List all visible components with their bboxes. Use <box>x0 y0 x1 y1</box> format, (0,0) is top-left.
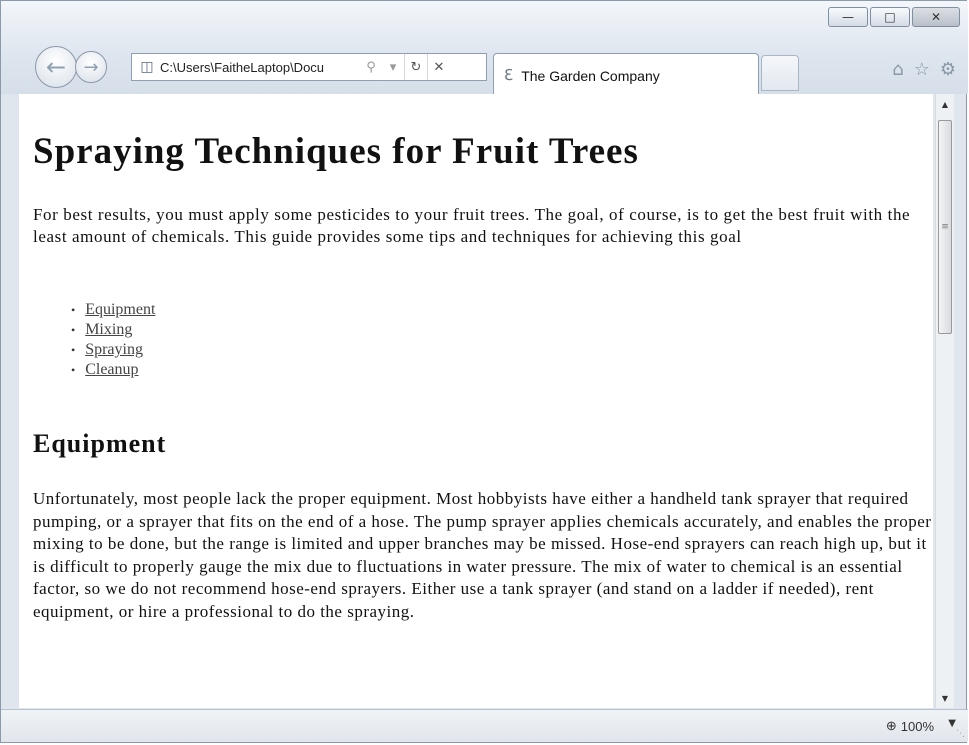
forward-arrow-icon: → <box>83 56 99 78</box>
back-button[interactable]: ← <box>35 46 77 88</box>
search-icon[interactable]: ⚲ <box>360 54 382 80</box>
dropdown-arrow-icon[interactable]: ▾ <box>382 54 404 80</box>
bullet-icon: • <box>71 363 76 377</box>
bullet-icon: • <box>71 323 76 337</box>
close-window-button[interactable]: ✕ <box>912 7 960 27</box>
browser-toolbar: — □ ✕ ← → ◫ C:\Users\FaitheLaptop\Docu ⚲… <box>1 1 968 95</box>
page-icon: ◫ <box>140 59 154 75</box>
bullet-icon: • <box>71 343 76 357</box>
address-url[interactable]: C:\Users\FaitheLaptop\Docu <box>160 60 360 75</box>
home-icon[interactable]: ⌂ <box>892 59 903 80</box>
zoom-dropdown-icon[interactable]: ▼ <box>948 718 956 729</box>
grip-icon: ≡ <box>941 222 949 232</box>
favorites-star-icon[interactable]: ☆ <box>914 59 930 80</box>
list-item: • Equipment <box>71 300 155 320</box>
scroll-down-arrow-icon[interactable]: ▼ <box>936 690 954 706</box>
tab-title: The Garden Company <box>521 67 660 84</box>
ie-logo-icon: ℇ <box>504 65 514 84</box>
stop-button[interactable]: ✕ <box>427 54 450 80</box>
toolbar-icons: ⌂ ☆ ⚙ <box>892 59 956 80</box>
zoom-control[interactable]: ⊕ 100% <box>886 718 934 734</box>
browser-window: — □ ✕ ← → ◫ C:\Users\FaitheLaptop\Docu ⚲… <box>0 0 968 743</box>
section-heading: Equipment <box>33 429 167 458</box>
section-paragraph: Unfortunately, most people lack the prop… <box>33 489 932 621</box>
intro-paragraph: For best results, you must apply some pe… <box>33 205 911 246</box>
section-links: • Equipment • Mixing • Spraying • Cleanup <box>71 300 155 380</box>
status-bar: ⊕ 100% ▼ ⋱ <box>1 709 968 742</box>
bullet-icon: • <box>71 303 76 317</box>
zoom-icon: ⊕ <box>885 718 897 733</box>
maximize-button[interactable]: □ <box>870 7 910 27</box>
link-cleanup[interactable]: Cleanup <box>85 360 138 380</box>
forward-button[interactable]: → <box>75 51 107 83</box>
link-mixing[interactable]: Mixing <box>85 320 132 340</box>
new-tab-button[interactable] <box>761 55 799 91</box>
page-title: Spraying Techniques for Fruit Trees <box>33 131 639 172</box>
list-item: • Mixing <box>71 320 155 340</box>
vertical-scrollbar[interactable]: ▲ ≡ ▼ <box>935 94 954 708</box>
tab-active[interactable]: ℇ The Garden Company <box>493 53 759 95</box>
minimize-button[interactable]: — <box>828 7 868 27</box>
list-item: • Cleanup <box>71 360 155 380</box>
maximize-icon: □ <box>884 10 896 24</box>
resize-grip-icon[interactable]: ⋱ <box>956 729 965 739</box>
close-icon: ✕ <box>930 10 942 24</box>
gear-icon[interactable]: ⚙ <box>940 59 956 80</box>
zoom-level: 100% <box>900 718 934 734</box>
back-arrow-icon: ← <box>45 53 67 81</box>
refresh-button[interactable]: ↻ <box>404 54 427 80</box>
scrollbar-thumb[interactable]: ≡ <box>938 120 952 334</box>
link-equipment[interactable]: Equipment <box>85 300 155 320</box>
link-spraying[interactable]: Spraying <box>85 340 143 360</box>
list-item: • Spraying <box>71 340 155 360</box>
page-content: Spraying Techniques for Fruit Trees For … <box>19 94 933 708</box>
address-bar[interactable]: ◫ C:\Users\FaitheLaptop\Docu ⚲ ▾ ↻ ✕ <box>131 53 487 81</box>
minimize-icon: — <box>842 10 854 24</box>
window-controls: — □ ✕ <box>828 7 960 27</box>
scroll-up-arrow-icon[interactable]: ▲ <box>936 96 954 112</box>
